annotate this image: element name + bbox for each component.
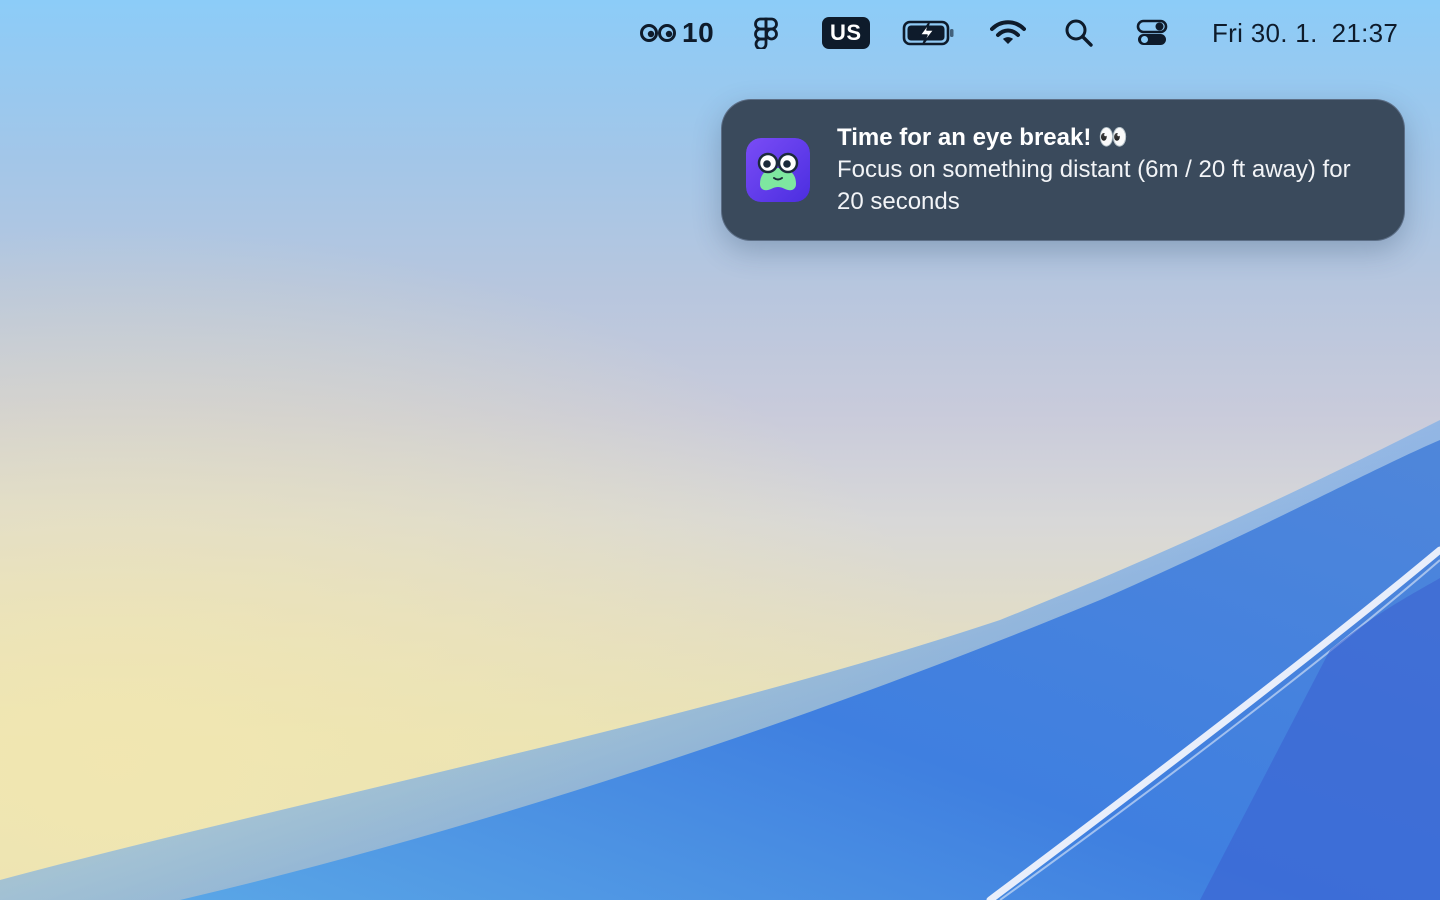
notification-body: Focus on something distant (6m / 20 ft a… (837, 156, 1351, 215)
control-center-icon (1136, 19, 1168, 45)
input-source-badge: US (822, 17, 870, 49)
spotlight-search[interactable] (1064, 14, 1094, 52)
menu-bar: 10 US Fri 30. 1. 21:37 (0, 0, 1440, 66)
notification-content: Time for an eye break! 👀 Focus on someth… (837, 122, 1377, 218)
notification-title: Time for an eye break! 👀 (837, 124, 1128, 151)
eyes-icon (640, 24, 676, 42)
figma-icon (754, 17, 778, 49)
wifi-status[interactable] (990, 14, 1026, 52)
battery-status[interactable] (902, 14, 956, 52)
menubar-clock[interactable]: Fri 30. 1. 21:37 (1212, 14, 1398, 52)
figma-menu-extra[interactable] (752, 14, 780, 52)
eye-break-count: 10 (682, 17, 715, 48)
input-source-menu[interactable]: US (822, 14, 870, 52)
eye-break-counter[interactable]: 10 (640, 14, 714, 52)
clock-date: Fri 30. 1. (1212, 17, 1318, 48)
eye-break-app-icon (746, 138, 810, 202)
control-center[interactable] (1136, 14, 1168, 52)
clock-time: 21:37 (1331, 17, 1399, 48)
battery-charging-icon (902, 20, 954, 46)
notification-banner[interactable]: Time for an eye break! 👀 Focus on someth… (721, 99, 1405, 241)
wifi-icon (990, 20, 1026, 44)
search-icon (1065, 19, 1093, 47)
